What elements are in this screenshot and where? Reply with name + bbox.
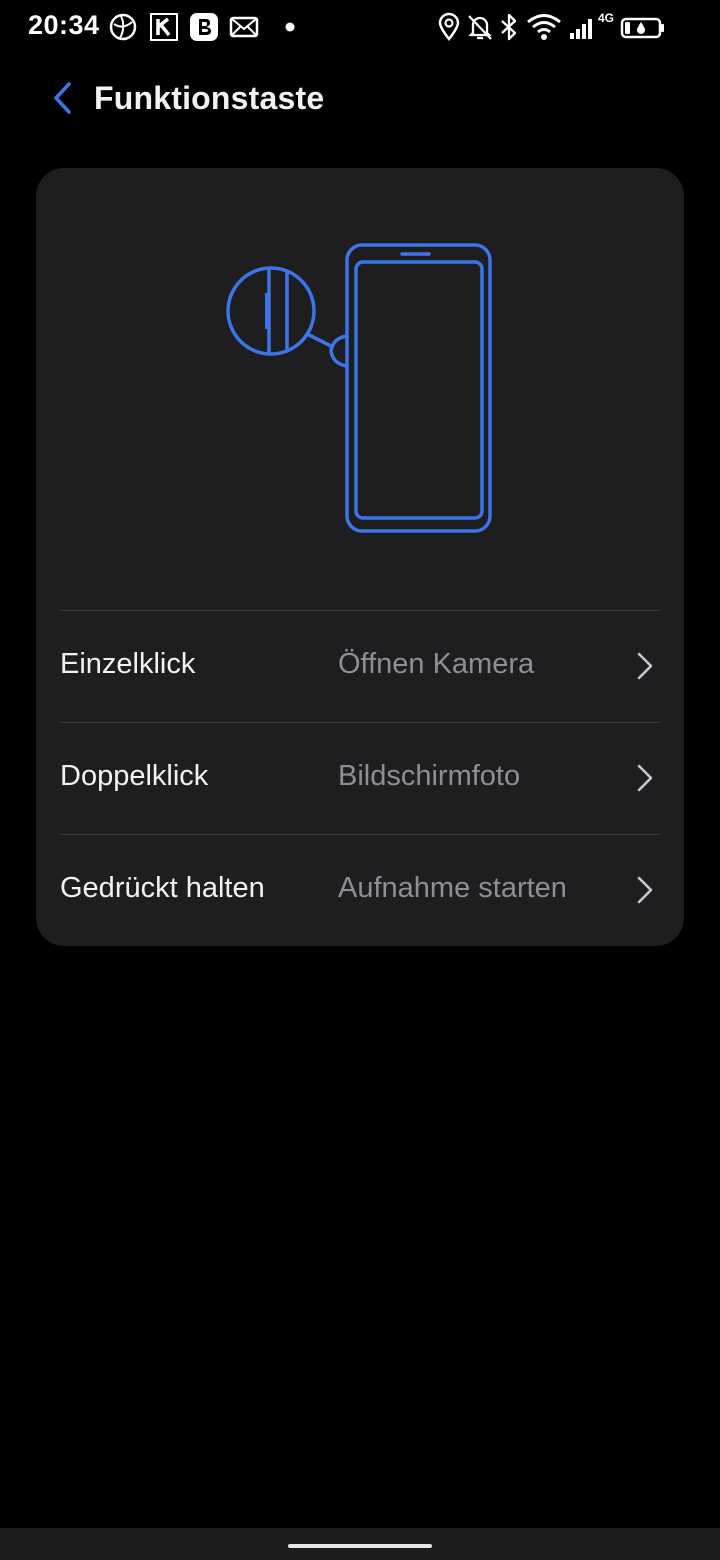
globe-icon xyxy=(108,12,138,42)
phone-side-button-icon xyxy=(226,243,492,533)
b-app-icon xyxy=(189,12,219,42)
setting-row-double-click[interactable]: Doppelklick Bildschirmfoto xyxy=(36,722,684,834)
chevron-right-icon xyxy=(637,652,653,680)
header: Funktionstaste xyxy=(0,62,720,140)
setting-row-single-click[interactable]: Einzelklick Öffnen Kamera xyxy=(36,610,684,722)
chevron-right-icon xyxy=(637,764,653,792)
bell-muted-icon xyxy=(465,12,495,42)
chevron-left-icon xyxy=(54,82,71,114)
setting-value: Öffnen Kamera xyxy=(338,648,535,680)
dot-icon xyxy=(284,21,296,51)
network-type-label: 4G xyxy=(598,11,615,25)
k-app-icon xyxy=(149,12,179,42)
setting-row-long-press[interactable]: Gedrückt halten Aufnahme starten xyxy=(36,834,684,946)
setting-label: Gedrückt halten xyxy=(60,872,265,904)
back-button[interactable] xyxy=(38,74,86,122)
wifi-icon xyxy=(526,12,562,42)
navigation-bar xyxy=(0,1528,720,1560)
battery-icon xyxy=(620,12,666,42)
page-title: Funktionstaste xyxy=(94,80,325,116)
location-icon xyxy=(437,12,461,42)
bluetooth-icon xyxy=(498,12,520,42)
setting-label: Einzelklick xyxy=(60,648,196,680)
home-indicator[interactable] xyxy=(288,1544,432,1548)
signal-icon xyxy=(568,12,598,42)
chevron-right-icon xyxy=(637,876,653,904)
setting-label: Doppelklick xyxy=(60,760,209,792)
status-time: 20:34 xyxy=(28,10,100,40)
mail-icon xyxy=(229,12,259,42)
setting-value: Aufnahme starten xyxy=(338,872,567,904)
phone-side-button-illustration xyxy=(36,168,684,610)
status-bar: 20:34 4G xyxy=(0,0,720,56)
setting-value: Bildschirmfoto xyxy=(338,760,521,792)
function-key-card: Einzelklick Öffnen Kamera Doppelklick Bi… xyxy=(36,168,684,946)
